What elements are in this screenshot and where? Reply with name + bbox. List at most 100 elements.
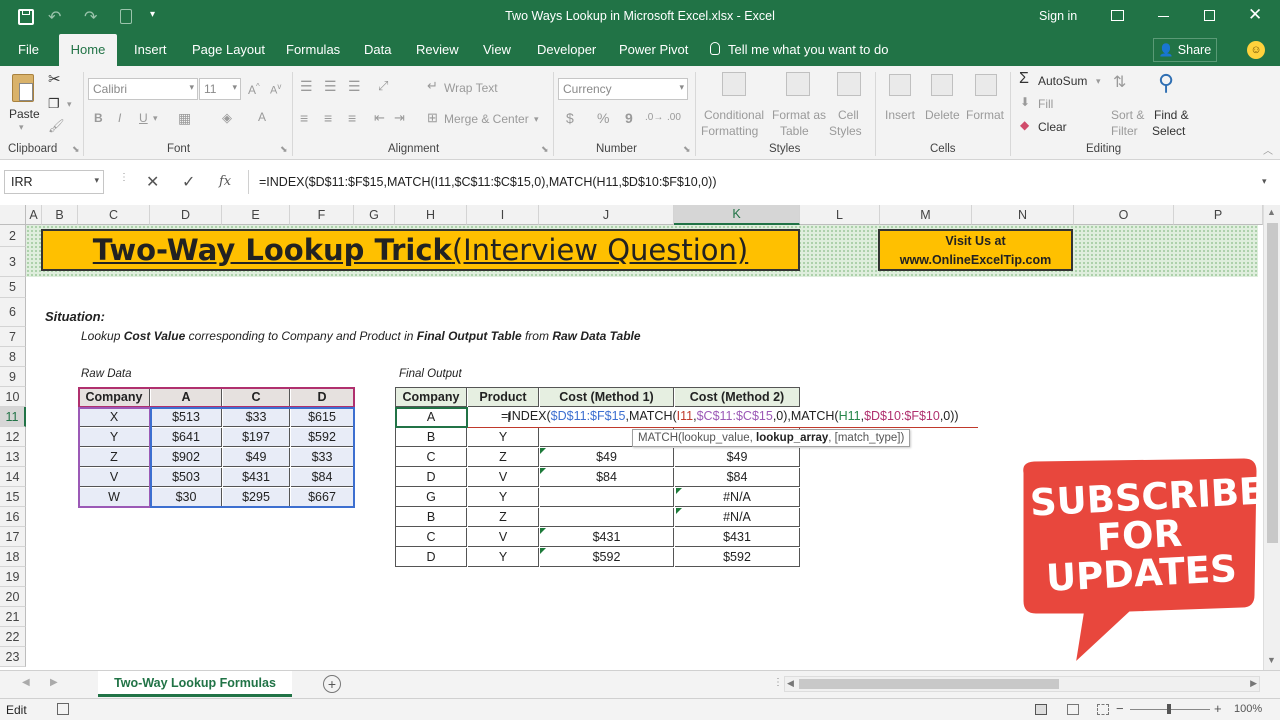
format-as-table-label-2[interactable]: Table — [780, 124, 809, 138]
increase-indent-icon[interactable]: ⇥ — [394, 110, 405, 126]
row-header[interactable]: 20 — [0, 587, 26, 607]
row-header[interactable]: 13 — [0, 447, 26, 467]
column-header[interactable]: N — [972, 205, 1074, 225]
final-output-cell[interactable]: $592 — [675, 548, 800, 567]
cancel-entry-icon[interactable]: ✕ — [146, 172, 159, 192]
final-output-cell[interactable]: G — [396, 488, 467, 507]
paste-button[interactable]: Paste — [9, 107, 40, 121]
row-header[interactable]: 22 — [0, 627, 26, 647]
save-icon[interactable] — [18, 9, 34, 25]
tab-developer[interactable]: Developer — [537, 34, 596, 66]
column-header[interactable]: G — [354, 205, 395, 225]
font-name-box[interactable]: Calibri ▾ — [88, 78, 198, 100]
redo-icon[interactable]: ↷ — [84, 7, 97, 27]
scroll-left-icon[interactable]: ◀ — [787, 678, 794, 689]
find-select-label-1[interactable]: Find & — [1154, 108, 1189, 122]
conditional-formatting-label-2[interactable]: Formatting — [701, 124, 758, 138]
font-launcher-icon[interactable]: ⬊ — [280, 144, 288, 155]
conditional-formatting-label-1[interactable]: Conditional — [704, 108, 764, 122]
error-indicator-icon[interactable] — [540, 528, 546, 534]
format-cells-icon[interactable] — [975, 74, 997, 96]
underline-dropdown-icon[interactable]: ▾ — [153, 113, 158, 124]
column-header[interactable]: I — [467, 205, 539, 225]
decrease-decimal-icon[interactable]: .00 — [667, 112, 681, 123]
insert-function-button[interactable]: fx — [219, 174, 231, 189]
find-select-label-2[interactable]: Select — [1152, 124, 1185, 138]
fill-color-icon[interactable]: ◈ — [222, 110, 232, 126]
format-as-table-icon[interactable] — [786, 72, 810, 96]
visit-banner[interactable]: Visit Us at www.OnlineExcelTip.com — [878, 229, 1073, 271]
name-box[interactable]: IRR ▾ — [4, 170, 104, 194]
row-header[interactable]: 12 — [0, 427, 26, 447]
align-bottom-icon[interactable]: ☰ — [348, 78, 361, 95]
final-output-cell[interactable]: D — [396, 548, 467, 567]
final-output-header-cell[interactable]: Cost (Method 2) — [675, 388, 800, 407]
clear-icon[interactable]: ◆ — [1020, 118, 1029, 132]
row-header[interactable]: 19 — [0, 567, 26, 587]
final-output-cell[interactable]: Z — [468, 448, 539, 467]
number-launcher-icon[interactable]: ⬊ — [683, 144, 691, 155]
page-break-view-icon[interactable] — [1097, 704, 1109, 715]
normal-view-icon[interactable] — [1035, 704, 1047, 715]
tell-me-box[interactable]: Tell me what you want to do — [728, 34, 888, 66]
row-header[interactable]: 21 — [0, 607, 26, 627]
shrink-font-icon[interactable]: Av — [270, 82, 281, 97]
comma-style-button[interactable]: 9 — [625, 110, 633, 126]
insert-cells-button[interactable]: Insert — [885, 108, 915, 122]
number-format-box[interactable]: Currency ▾ — [558, 78, 688, 100]
undo-icon[interactable]: ↶ — [48, 7, 61, 27]
final-output-cell[interactable] — [540, 508, 674, 527]
tab-formulas[interactable]: Formulas — [286, 34, 340, 66]
formula-input[interactable]: =INDEX($D$11:$F$15,MATCH(I11,$C$11:$C$15… — [248, 170, 1273, 194]
column-header[interactable]: B — [42, 205, 78, 225]
delete-cells-button[interactable]: Delete — [925, 108, 960, 122]
align-right-icon[interactable]: ≡ — [348, 110, 356, 126]
row-header[interactable]: 11 — [0, 407, 26, 427]
column-header[interactable]: J — [539, 205, 674, 225]
sign-in-link[interactable]: Sign in — [1039, 9, 1077, 23]
orientation-icon[interactable]: ⤢ — [378, 78, 388, 94]
sort-filter-label-1[interactable]: Sort & — [1111, 108, 1144, 122]
final-output-cell[interactable]: $49 — [675, 448, 800, 467]
column-header[interactable]: H — [395, 205, 467, 225]
final-output-cell[interactable]: $431 — [675, 528, 800, 547]
sort-filter-icon[interactable]: ⇅ — [1113, 72, 1126, 92]
error-indicator-icon[interactable] — [540, 448, 546, 454]
grow-font-icon[interactable]: A^ — [248, 82, 260, 97]
next-sheet-icon[interactable]: ▶ — [50, 677, 58, 688]
cell-styles-label-2[interactable]: Styles — [829, 124, 862, 138]
column-header[interactable]: P — [1174, 205, 1263, 225]
row-header[interactable]: 18 — [0, 547, 26, 567]
final-output-cell[interactable]: C — [396, 528, 467, 547]
final-output-header-cell[interactable]: Company — [396, 388, 467, 407]
paste-icon[interactable] — [12, 74, 34, 102]
row-header[interactable]: 3 — [0, 247, 26, 277]
borders-icon[interactable]: ▦ — [178, 110, 191, 127]
bold-button[interactable]: B — [94, 111, 103, 125]
align-center-icon[interactable]: ≡ — [324, 110, 332, 126]
maximize-icon[interactable] — [1204, 10, 1215, 21]
final-output-cell[interactable] — [540, 488, 674, 507]
sort-filter-label-2[interactable]: Filter — [1111, 124, 1138, 138]
close-icon[interactable]: ✕ — [1248, 5, 1262, 25]
final-output-cell[interactable]: #N/A — [675, 488, 800, 507]
subscribe-badge[interactable]: SUBSCRIBE FOR UPDATES — [1012, 455, 1265, 670]
wrap-text-icon[interactable]: ↵ — [427, 78, 438, 94]
column-header[interactable]: L — [800, 205, 880, 225]
final-output-cell[interactable]: V — [468, 468, 539, 487]
visit-link[interactable]: www.OnlineExcelTip.com — [880, 251, 1071, 270]
row-header[interactable]: 9 — [0, 367, 26, 387]
scroll-down-icon[interactable]: ▼ — [1267, 655, 1276, 665]
smiley-icon[interactable]: ☺ — [1247, 41, 1265, 59]
font-size-box[interactable]: 11 ▾ — [199, 78, 241, 100]
alignment-launcher-icon[interactable]: ⬊ — [541, 144, 549, 155]
find-select-icon[interactable]: ⚲ — [1158, 70, 1174, 96]
font-color-icon[interactable]: A — [258, 110, 266, 124]
error-indicator-icon[interactable] — [676, 508, 682, 514]
row-header[interactable]: 8 — [0, 347, 26, 367]
final-output-cell[interactable]: C — [396, 448, 467, 467]
ribbon-display-icon[interactable] — [1111, 10, 1124, 21]
enter-entry-icon[interactable]: ✓ — [182, 172, 195, 192]
autosum-icon[interactable]: Σ — [1019, 70, 1029, 88]
collapse-ribbon-icon[interactable]: ︿ — [1263, 142, 1273, 157]
